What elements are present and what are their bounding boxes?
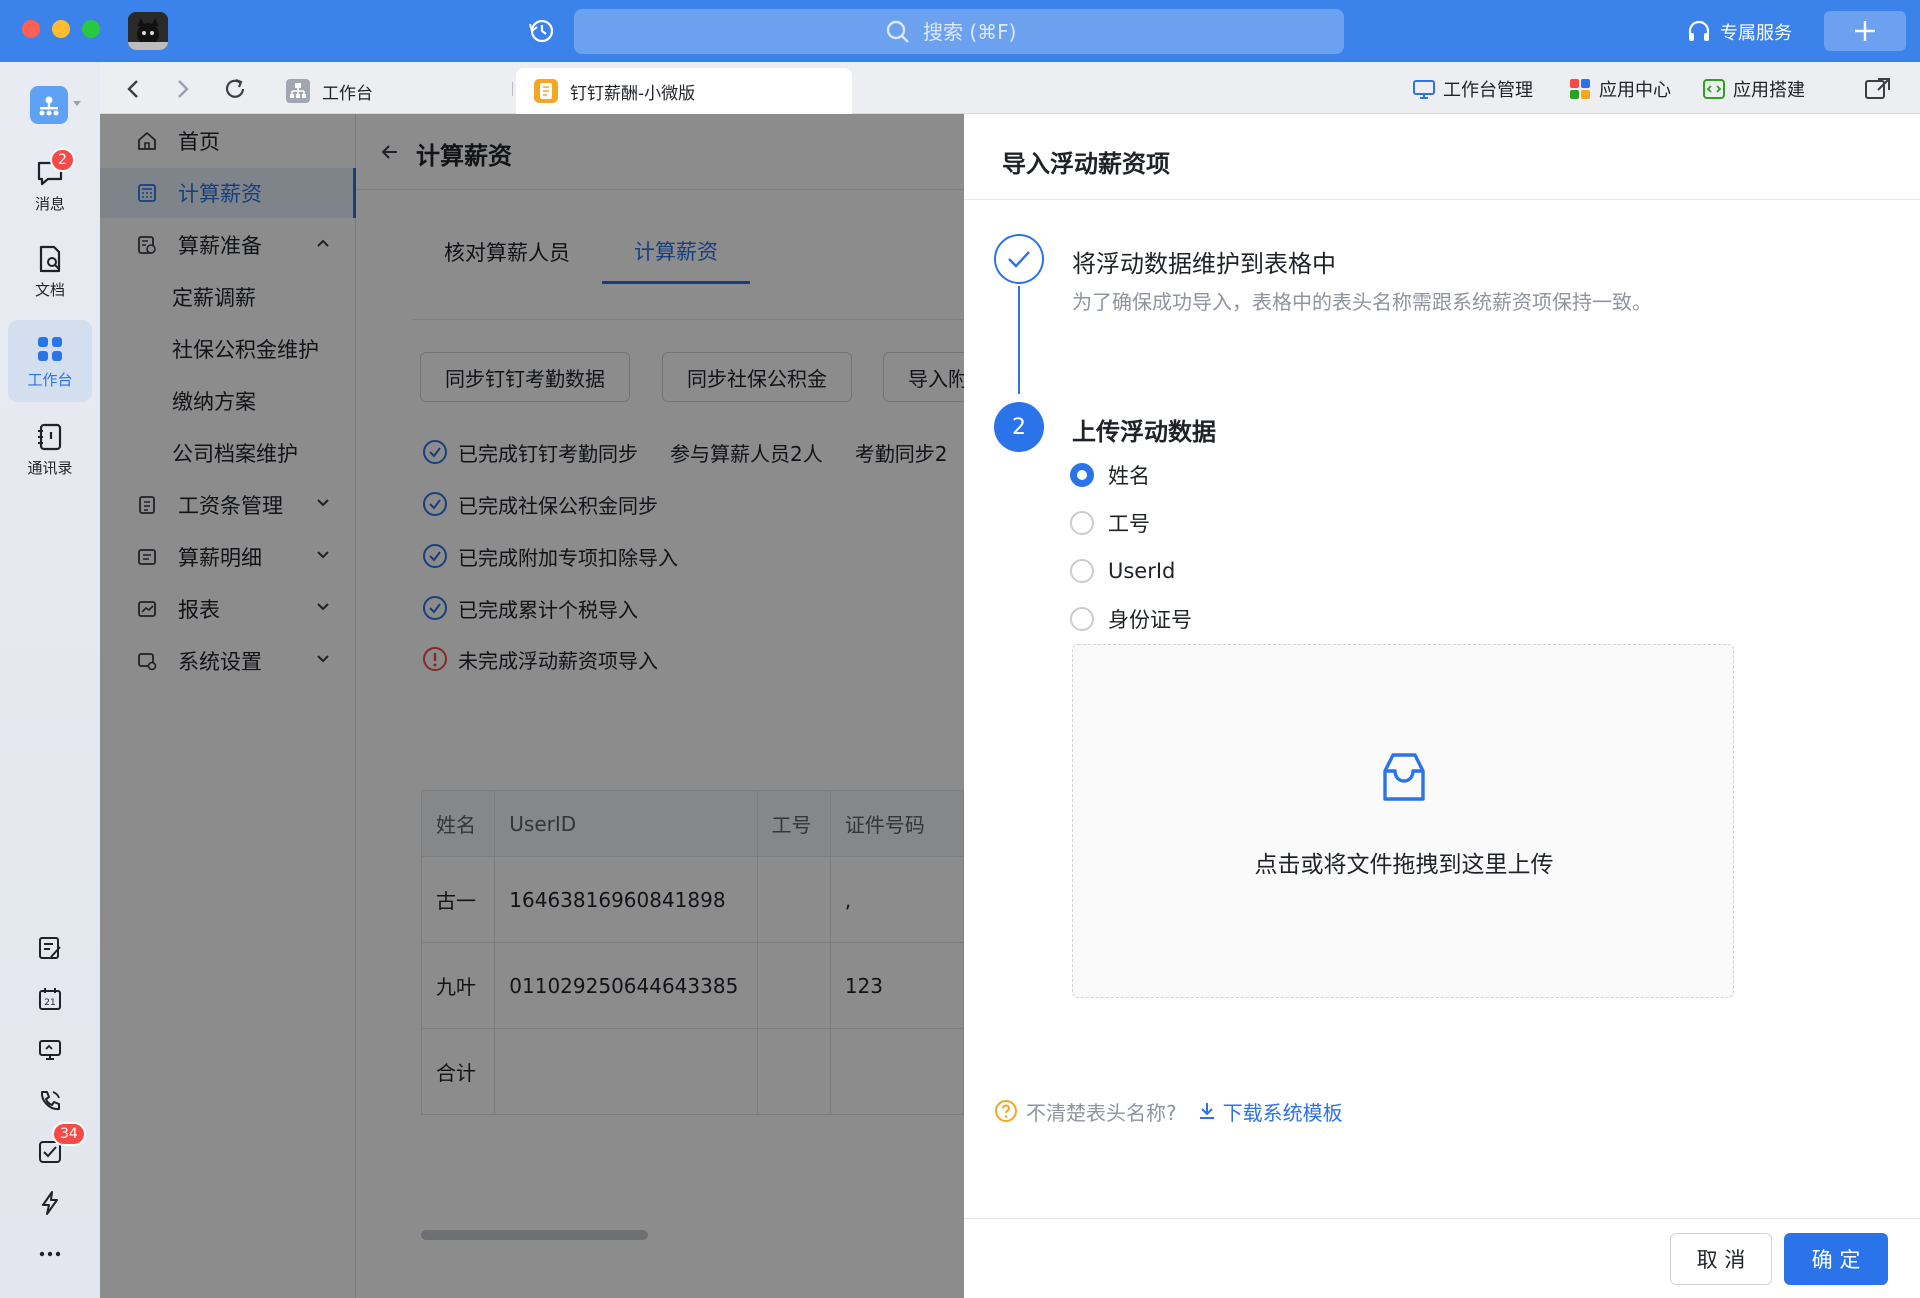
open-external-icon[interactable] [1864, 76, 1892, 102]
drawer-footer: 取 消 确 定 [964, 1218, 1920, 1298]
lightning-icon[interactable] [34, 1187, 66, 1219]
monitor-icon [1413, 80, 1435, 99]
file-upload-dropzone[interactable]: 点击或将文件拖拽到这里上传 [1072, 644, 1734, 998]
exclusive-service-button[interactable]: 专属服务 [1686, 18, 1792, 46]
rail-item-docs[interactable]: 文档 [8, 230, 92, 312]
search-icon [886, 20, 909, 43]
step-connector [1018, 286, 1020, 394]
link-label: 应用搭建 [1733, 80, 1805, 101]
app-build-link[interactable]: 应用搭建 [1702, 76, 1805, 102]
radio-label: UserId [1108, 559, 1176, 583]
title-bar: 专属服务 [0, 0, 1920, 62]
confirm-button[interactable]: 确 定 [1784, 1233, 1888, 1285]
radio-option-userid[interactable]: UserId [1070, 556, 1175, 586]
notes-icon[interactable] [34, 932, 66, 964]
search-input[interactable] [923, 19, 1033, 44]
close-window-button[interactable] [22, 20, 40, 38]
step-1-description: 为了确保成功导入，表格中的表头名称需跟系统薪资项保持一致。 [1072, 290, 1652, 314]
upload-hint: 点击或将文件拖拽到这里上传 [1254, 852, 1554, 878]
check-icon [1008, 251, 1030, 268]
question-circle-icon [995, 1100, 1017, 1122]
grid-apps-icon [38, 336, 62, 361]
todo-badge: 34 [52, 1122, 86, 1146]
cancel-button[interactable]: 取 消 [1670, 1233, 1772, 1285]
forward-icon[interactable] [170, 76, 196, 102]
zoom-window-button[interactable] [82, 20, 100, 38]
rail-item-label: 消息 [34, 194, 65, 213]
tab-label: 工作台 [322, 83, 373, 104]
service-label: 专属服务 [1720, 23, 1792, 44]
contacts-book-icon [38, 423, 62, 450]
organization-icon[interactable] [30, 86, 68, 124]
document-icon [39, 245, 61, 272]
radio-label: 姓名 [1108, 464, 1150, 488]
phone-icon[interactable] [34, 1085, 66, 1117]
workbench-manage-link[interactable]: 工作台管理 [1412, 76, 1533, 102]
download-icon [1199, 1103, 1214, 1119]
tab-label: 钉钉薪酬-小微版 [570, 83, 696, 104]
refresh-icon[interactable] [222, 76, 248, 102]
app-center-link[interactable]: 应用中心 [1568, 76, 1671, 102]
help-text: 不清楚表头名称? [1026, 1100, 1177, 1125]
rail-item-label: 通讯录 [27, 458, 73, 477]
left-rail: 消息 2 文档 工作台 通讯录 21 34 [0, 62, 100, 1298]
radio-label: 工号 [1108, 512, 1150, 536]
step-1-title: 将浮动数据维护到表格中 [1072, 250, 1336, 278]
global-search[interactable] [574, 9, 1344, 54]
inbox-upload-icon [1383, 753, 1425, 801]
radio-button[interactable] [1070, 511, 1094, 535]
user-avatar[interactable] [128, 12, 168, 50]
back-icon[interactable] [120, 76, 146, 102]
tab-separator [512, 82, 513, 96]
app-center-icon [1570, 79, 1590, 99]
drawer-title: 导入浮动薪资项 [1002, 150, 1170, 178]
minimize-window-button[interactable] [52, 20, 70, 38]
tab-salary-app[interactable]: 钉钉薪酬-小微版 [516, 68, 852, 114]
radio-button[interactable] [1070, 463, 1094, 487]
radio-option-id-card[interactable]: 身份证号 [1070, 604, 1192, 634]
download-template-link[interactable]: 下载系统模板 [1197, 1097, 1343, 1126]
create-button[interactable] [1824, 11, 1906, 51]
modal-mask[interactable] [100, 114, 964, 1298]
org-chart-icon [286, 79, 310, 103]
download-label: 下载系统模板 [1222, 1100, 1343, 1125]
svg-text:21: 21 [44, 998, 55, 1008]
code-build-icon [1703, 79, 1725, 99]
radio-label: 身份证号 [1108, 608, 1192, 632]
screen-share-icon[interactable] [34, 1034, 66, 1066]
more-icon[interactable] [34, 1238, 66, 1270]
calendar-icon[interactable]: 21 [34, 983, 66, 1015]
rail-item-workbench[interactable]: 工作台 [8, 320, 92, 402]
step-1-indicator [994, 234, 1044, 284]
plus-icon [1855, 21, 1875, 41]
template-help: 不清楚表头名称? 下载系统模板 [994, 1096, 1343, 1126]
unread-badge: 2 [50, 148, 75, 172]
drawer-header: 导入浮动薪资项 [964, 114, 1920, 200]
tab-bar: 工作台 钉钉薪酬-小微版 工作台管理 应用中心 应用搭建 [100, 62, 1920, 114]
rail-item-label: 文档 [34, 280, 65, 299]
tab-workbench[interactable]: 工作台 [268, 68, 512, 114]
salary-app-icon [534, 79, 558, 103]
link-label: 应用中心 [1599, 80, 1671, 101]
import-floating-drawer: 导入浮动薪资项 2 将浮动数据维护到表格中 为了确保成功导入，表格中的表头名称需… [964, 114, 1920, 1298]
step-2-title: 上传浮动数据 [1072, 418, 1216, 446]
radio-option-name[interactable]: 姓名 [1070, 460, 1150, 490]
headset-icon [1688, 20, 1710, 41]
link-label: 工作台管理 [1443, 80, 1533, 101]
rail-item-contacts[interactable]: 通讯录 [8, 408, 92, 490]
rail-item-label: 工作台 [27, 370, 73, 389]
step-2-indicator: 2 [994, 402, 1044, 452]
rail-item-messages[interactable]: 消息 2 [8, 144, 92, 226]
radio-option-employee-no[interactable]: 工号 [1070, 508, 1150, 538]
radio-button[interactable] [1070, 559, 1094, 583]
todo-icon[interactable]: 34 [34, 1122, 86, 1168]
radio-button[interactable] [1070, 607, 1094, 631]
caret-down-icon[interactable] [72, 100, 82, 108]
history-icon[interactable] [524, 14, 560, 48]
